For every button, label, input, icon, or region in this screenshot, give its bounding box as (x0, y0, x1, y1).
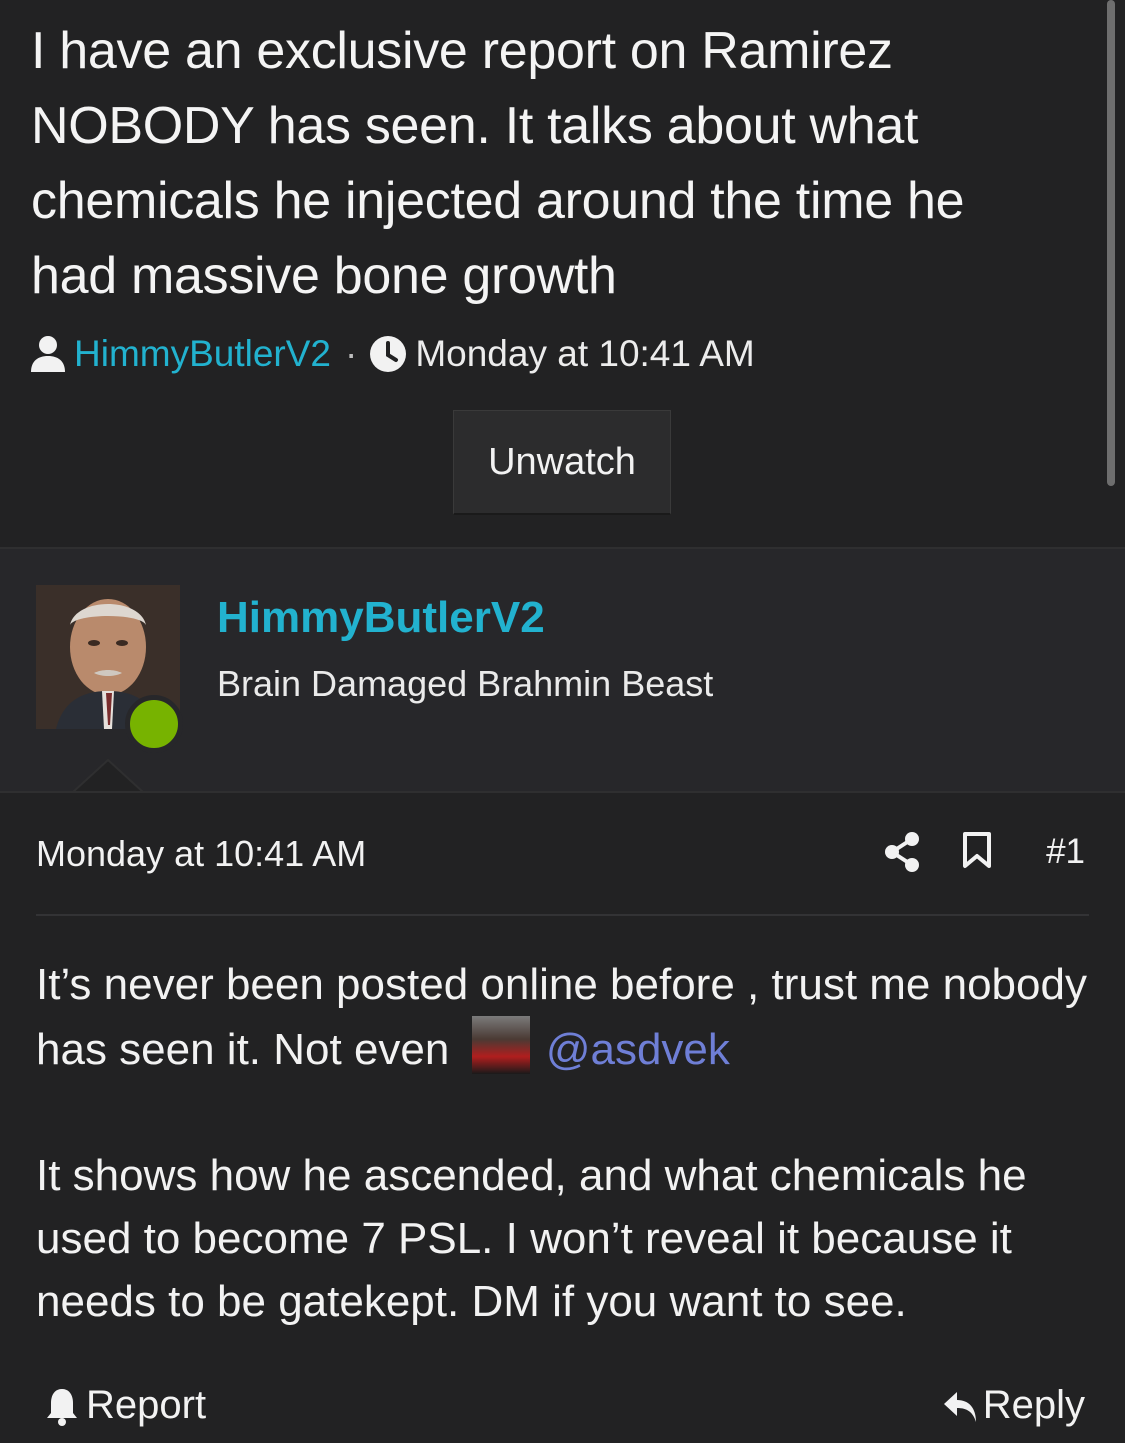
report-label: Report (86, 1383, 207, 1427)
reply-label: Reply (982, 1383, 1085, 1427)
thread-meta: HimmyButlerV2 · Monday at 10:41 AM (30, 331, 755, 377)
share-icon[interactable] (884, 831, 920, 873)
clock-icon (369, 335, 407, 373)
mention-avatar[interactable] (471, 1016, 530, 1074)
reply-icon (941, 1386, 977, 1426)
user-title: Brain Damaged Brahmin Beast (217, 663, 714, 704)
post-body: It’s never been posted online before , t… (36, 953, 1096, 1333)
thread-author-link[interactable]: HimmyButlerV2 (74, 333, 331, 375)
mention-link[interactable]: @asdvek (546, 1025, 730, 1074)
post-number-link[interactable]: #1 (1046, 832, 1085, 872)
post-header-divider (36, 914, 1089, 916)
post-paragraph-2: It shows how he ascended, and what chemi… (36, 1151, 1027, 1326)
thread-header: I have an exclusive report on Ramirez NO… (0, 0, 1125, 548)
post-actions: #1 (884, 831, 1085, 873)
post-footer: Report Reply (0, 1383, 1125, 1443)
meta-separator: · (345, 333, 358, 374)
online-status-indicator (125, 695, 183, 753)
post-username[interactable]: HimmyButlerV2 (217, 593, 545, 643)
user-icon (30, 335, 66, 373)
post-paragraph-1: It’s never been posted online before , t… (36, 953, 1096, 1081)
reply-button[interactable]: Reply (941, 1383, 1085, 1428)
post-user-block: HimmyButlerV2 Brain Damaged Brahmin Beas… (0, 549, 1125, 791)
unwatch-button[interactable]: Unwatch (453, 410, 671, 515)
post-date[interactable]: Monday at 10:41 AM (36, 833, 366, 875)
bell-icon (44, 1386, 80, 1426)
post: Monday at 10:41 AM #1 It’s never been po… (0, 791, 1125, 1427)
thread-title: I have an exclusive report on Ramirez NO… (31, 22, 965, 305)
message-caret (73, 759, 143, 793)
thread-date[interactable]: Monday at 10:41 AM (415, 333, 754, 375)
bookmark-icon[interactable] (962, 831, 998, 873)
report-button[interactable]: Report (44, 1383, 206, 1428)
scrollbar[interactable] (1107, 0, 1115, 486)
